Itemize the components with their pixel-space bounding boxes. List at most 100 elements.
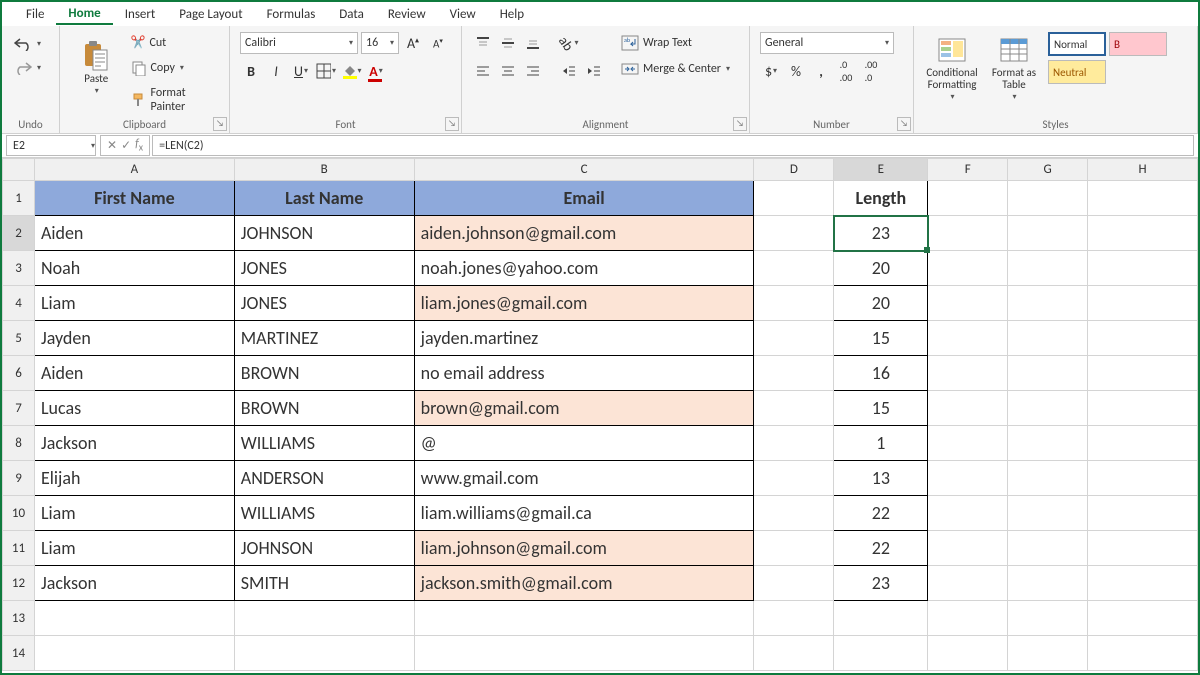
cell-H11[interactable] [1088,531,1198,566]
cell-D9[interactable] [754,461,834,496]
row-header-7[interactable]: 7 [3,391,35,426]
merge-center-button[interactable]: Merge & Center▾ [619,60,732,78]
spreadsheet-grid[interactable]: ABCDEFGH 1First NameLast NameEmailLength… [2,158,1198,671]
copy-button[interactable]: Copy▾ [129,59,219,77]
cell-E2[interactable]: 23 [834,216,928,251]
paste-button[interactable]: Paste▾ [70,30,123,106]
cell-H8[interactable] [1088,426,1198,461]
align-bottom-button[interactable] [522,32,544,54]
cell-G1[interactable] [1008,181,1088,216]
cell-F6[interactable] [928,356,1008,391]
cell-C13[interactable] [414,601,754,636]
cell-D4[interactable] [754,286,834,321]
menu-review[interactable]: Review [376,5,438,24]
cell-A11[interactable]: Liam [34,531,234,566]
fill-color-button[interactable]: ▾ [340,60,362,82]
cell-F3[interactable] [928,251,1008,286]
align-middle-button[interactable] [497,32,519,54]
cell-B5[interactable]: MARTINEZ [234,321,414,356]
cell-H2[interactable] [1088,216,1198,251]
cell-C9[interactable]: www.gmail.com [414,461,754,496]
cell-B6[interactable]: BROWN [234,356,414,391]
fx-button[interactable]: fx [135,137,143,153]
row-header-8[interactable]: 8 [3,426,35,461]
cell-A10[interactable]: Liam [34,496,234,531]
cell-C3[interactable]: noah.jones@yahoo.com [414,251,754,286]
italic-button[interactable]: I [265,60,287,82]
clipboard-dialog-launcher[interactable]: ↘ [213,117,227,131]
align-center-button[interactable] [497,60,519,82]
cell-B2[interactable]: JOHNSON [234,216,414,251]
cell-E13[interactable] [834,601,928,636]
cell-D12[interactable] [754,566,834,601]
menu-insert[interactable]: Insert [113,5,168,24]
cell-G10[interactable] [1008,496,1088,531]
cell-D3[interactable] [754,251,834,286]
cell-A14[interactable] [34,636,234,671]
col-header-B[interactable]: B [234,159,414,181]
align-left-button[interactable] [472,60,494,82]
menu-data[interactable]: Data [327,5,376,24]
cell-style-neutral[interactable]: Neutral [1048,60,1106,84]
cell-G9[interactable] [1008,461,1088,496]
cell-G14[interactable] [1008,636,1088,671]
col-header-D[interactable]: D [754,159,834,181]
cell-E9[interactable]: 13 [834,461,928,496]
cell-C6[interactable]: no email address [414,356,754,391]
cell-D6[interactable] [754,356,834,391]
cell-D5[interactable] [754,321,834,356]
font-dialog-launcher[interactable]: ↘ [445,117,459,131]
cell-B14[interactable] [234,636,414,671]
align-right-button[interactable] [522,60,544,82]
col-header-E[interactable]: E [834,159,928,181]
cell-D14[interactable] [754,636,834,671]
cell-C7[interactable]: brown@gmail.com [414,391,754,426]
fill-handle[interactable] [924,247,930,253]
row-header-4[interactable]: 4 [3,286,35,321]
number-dialog-launcher[interactable]: ↘ [897,117,911,131]
cell-E4[interactable]: 20 [834,286,928,321]
cell-B7[interactable]: BROWN [234,391,414,426]
cell-C2[interactable]: aiden.johnson@gmail.com [414,216,754,251]
cell-A6[interactable]: Aiden [34,356,234,391]
cell-G5[interactable] [1008,321,1088,356]
row-header-11[interactable]: 11 [3,531,35,566]
cell-F14[interactable] [928,636,1008,671]
menu-formulas[interactable]: Formulas [255,5,328,24]
cell-C5[interactable]: jayden.martinez [414,321,754,356]
cell-F10[interactable] [928,496,1008,531]
cell-E12[interactable]: 23 [834,566,928,601]
cell-style-bad[interactable]: B [1109,32,1167,56]
increase-indent-button[interactable] [583,60,605,82]
cell-F13[interactable] [928,601,1008,636]
cell-F2[interactable] [928,216,1008,251]
cell-B4[interactable]: JONES [234,286,414,321]
font-size-select[interactable]: 16▾ [361,32,399,54]
cell-G2[interactable] [1008,216,1088,251]
cell-A2[interactable]: Aiden [34,216,234,251]
cell-C12[interactable]: jackson.smith@gmail.com [414,566,754,601]
cell-E7[interactable]: 15 [834,391,928,426]
cell-A8[interactable]: Jackson [34,426,234,461]
cell-D1[interactable] [754,181,834,216]
cell-F7[interactable] [928,391,1008,426]
bold-button[interactable]: B [240,60,262,82]
cell-style-normal[interactable]: Normal [1048,32,1106,56]
row-header-9[interactable]: 9 [3,461,35,496]
col-header-C[interactable]: C [414,159,754,181]
cell-B9[interactable]: ANDERSON [234,461,414,496]
cell-D10[interactable] [754,496,834,531]
border-button[interactable]: ▾ [315,60,337,82]
decrease-indent-button[interactable] [558,60,580,82]
cell-C14[interactable] [414,636,754,671]
row-header-5[interactable]: 5 [3,321,35,356]
cell-H12[interactable] [1088,566,1198,601]
menu-view[interactable]: View [438,5,488,24]
percent-format-button[interactable]: % [785,60,807,82]
undo-button[interactable]: ▾ [12,36,43,52]
row-header-12[interactable]: 12 [3,566,35,601]
cell-C1[interactable]: Email [414,181,754,216]
cell-E1[interactable]: Length [834,181,928,216]
font-color-button[interactable]: A▾ [365,60,387,82]
cell-G11[interactable] [1008,531,1088,566]
